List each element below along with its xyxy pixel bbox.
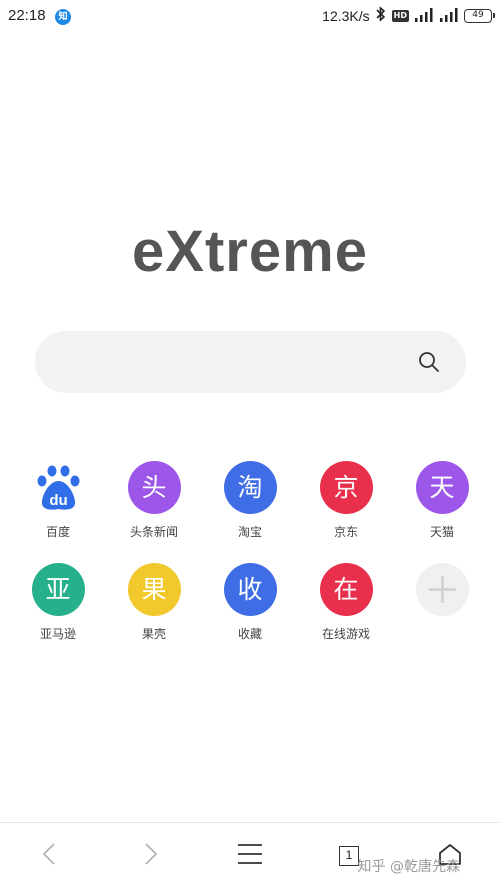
baidu-glyph: du	[49, 492, 67, 509]
shortcut-label: 果壳	[141, 627, 166, 641]
shortcut-jd[interactable]: 京 京东	[301, 461, 391, 540]
chevron-right-icon	[144, 842, 158, 870]
tmall-icon: 天	[415, 461, 469, 514]
guokr-icon: 果	[127, 563, 181, 616]
shortcut-label: 京东	[333, 525, 358, 539]
shortcut-label: 淘宝	[237, 525, 262, 539]
shortcut-label: 亚马逊	[39, 627, 76, 641]
menu-button[interactable]	[230, 839, 270, 873]
clock: 22:18	[8, 7, 46, 24]
watermark: 知乎 @乾唐先森	[357, 859, 460, 875]
status-bar: 22:18 知 12.3K/s HD 49	[0, 0, 500, 34]
shortcut-games[interactable]: 在 在线游戏	[301, 563, 391, 642]
chevron-left-icon	[42, 842, 56, 870]
network-speed: 12.3K/s	[322, 8, 370, 24]
status-indicators: 12.3K/s HD 49	[322, 6, 495, 26]
signal-icon	[414, 7, 434, 26]
shortcut-label: 收藏	[237, 627, 262, 641]
shortcut-favorites[interactable]: 收 收藏	[205, 563, 295, 642]
hd-voice-icon: HD	[391, 10, 409, 22]
browser-logo: eXtreme	[132, 219, 368, 284]
games-icon: 在	[319, 563, 373, 616]
shortcut-baidu[interactable]: du 百度	[13, 461, 103, 540]
bluetooth-icon	[375, 6, 387, 26]
shortcut-guokr[interactable]: 果 果壳	[109, 563, 199, 642]
search-icon[interactable]	[418, 351, 440, 373]
shortcut-amazon[interactable]: 亚 亚马逊	[13, 563, 103, 642]
taobao-icon: 淘	[223, 461, 277, 514]
toutiao-icon: 头	[127, 461, 181, 514]
add-icon	[415, 563, 469, 616]
back-button[interactable]	[29, 839, 69, 873]
shortcut-toutiao[interactable]: 头 头条新闻	[109, 461, 199, 540]
signal-icon-2	[439, 7, 459, 26]
shortcut-taobao[interactable]: 淘 淘宝	[205, 461, 295, 540]
shortcut-label: 头条新闻	[129, 525, 178, 539]
jd-icon: 京	[319, 461, 373, 514]
favorites-icon: 收	[223, 563, 277, 616]
tab-count: 1	[339, 846, 359, 866]
baidu-icon: du	[32, 461, 85, 514]
shortcut-label: 天猫	[429, 525, 454, 539]
shortcut-label: 在线游戏	[321, 627, 370, 641]
bottom-toolbar: 1	[0, 822, 500, 888]
add-shortcut-button[interactable]	[397, 563, 487, 616]
forward-button[interactable]	[131, 839, 171, 873]
menu-icon	[238, 843, 262, 869]
amazon-icon: 亚	[31, 563, 85, 616]
zhihu-notification-icon: 知	[55, 9, 71, 25]
battery-indicator: 49	[464, 9, 495, 23]
search-input[interactable]	[35, 331, 466, 393]
shortcut-label: 百度	[45, 525, 70, 539]
shortcut-tmall[interactable]: 天 天猫	[397, 461, 487, 540]
